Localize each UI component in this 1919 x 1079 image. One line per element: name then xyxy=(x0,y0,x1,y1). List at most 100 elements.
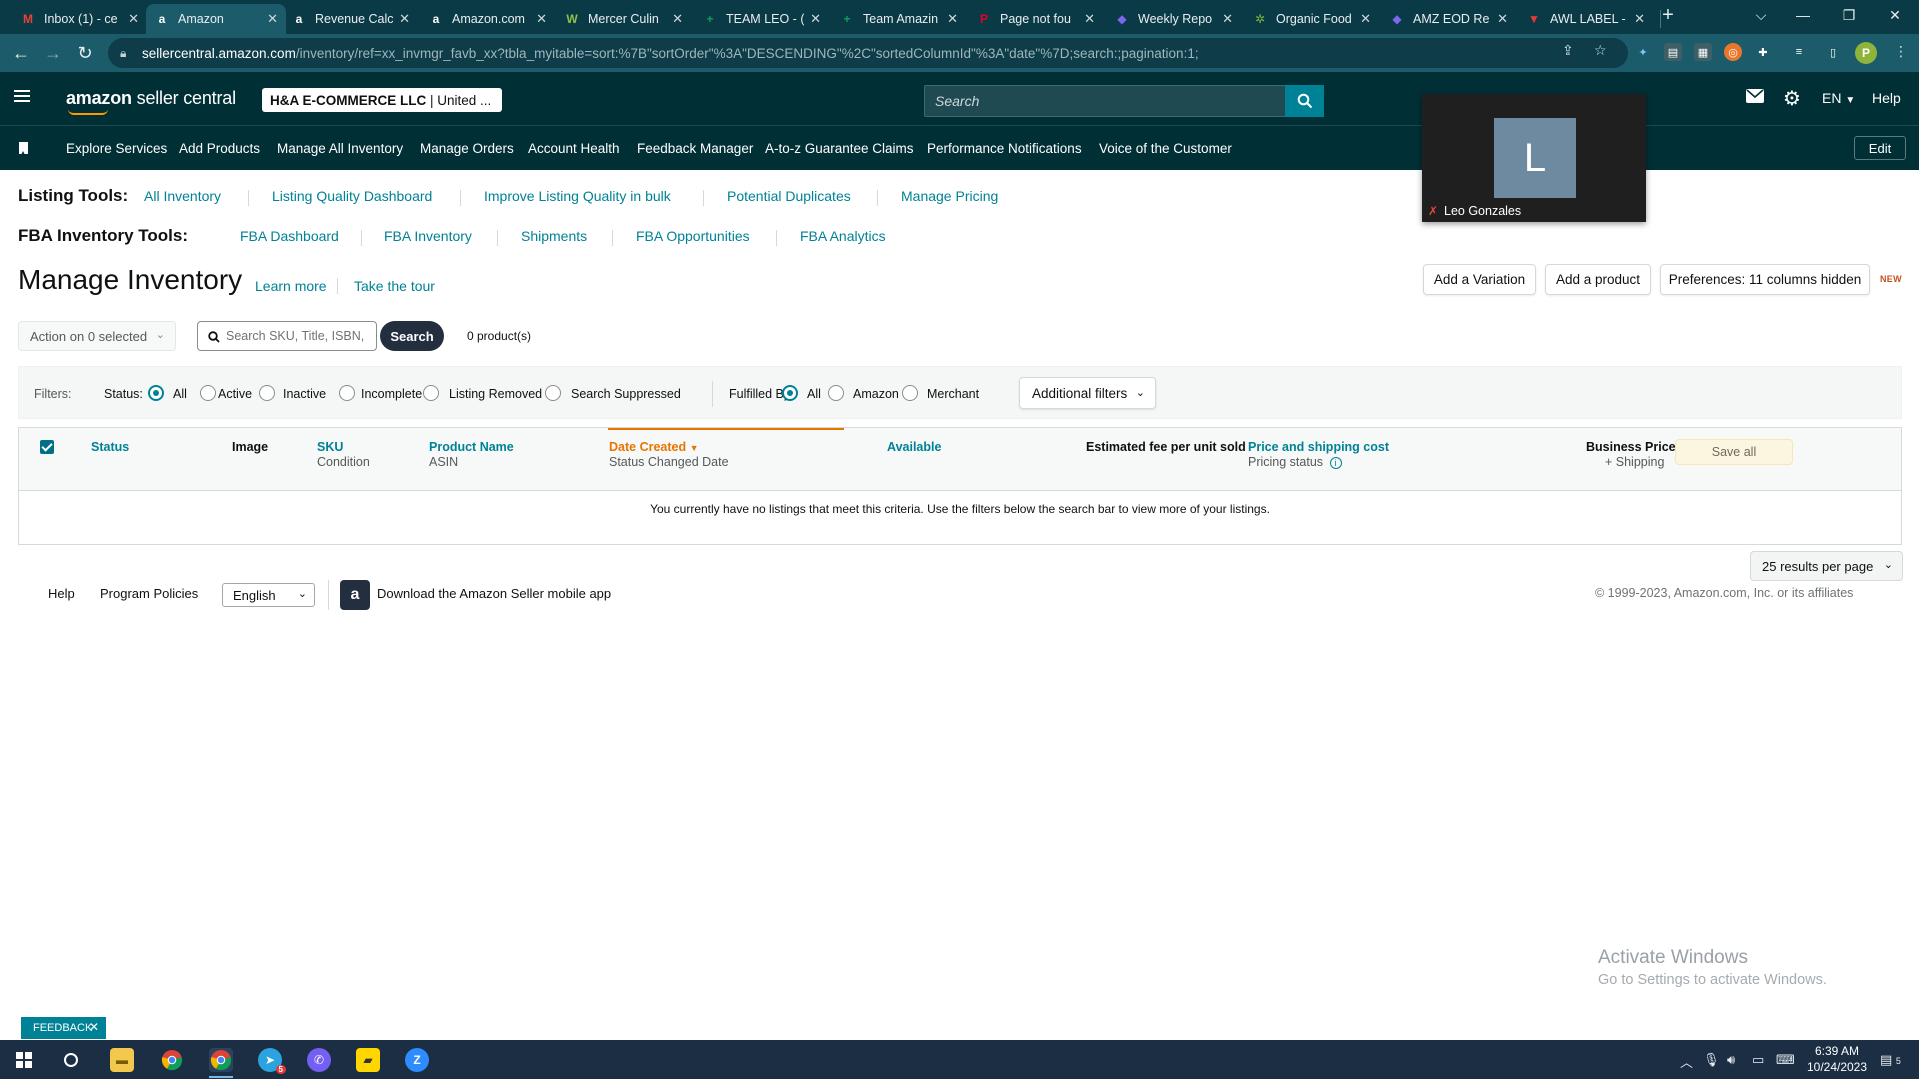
settings-gear-icon[interactable]: ⚙ xyxy=(1783,86,1801,111)
fulfilled-by-radio-merchant[interactable] xyxy=(902,385,918,401)
extension-off-icon[interactable]: ▤ xyxy=(1664,43,1682,61)
extension-image-icon[interactable]: ▦ xyxy=(1694,43,1712,61)
learn-more-link[interactable]: Learn more xyxy=(255,278,327,294)
nav-item-manage-all-inventory[interactable]: Manage All Inventory xyxy=(277,141,403,156)
browser-tab[interactable]: ◆ Weekly Repo ✕ xyxy=(1106,4,1241,34)
column-status[interactable]: Status xyxy=(91,440,129,454)
chrome-icon[interactable] xyxy=(160,1048,184,1072)
close-icon[interactable]: ✕ xyxy=(89,1020,99,1034)
add-product-button[interactable]: Add a product xyxy=(1545,264,1651,295)
fba-tools-link-fba-dashboard[interactable]: FBA Dashboard xyxy=(240,228,339,244)
fba-tools-link-shipments[interactable]: Shipments xyxy=(521,228,587,244)
listing-tools-link-potential-duplicates[interactable]: Potential Duplicates xyxy=(727,188,851,204)
nav-item-account-health[interactable]: Account Health xyxy=(528,141,620,156)
hamburger-menu-icon[interactable] xyxy=(14,90,30,102)
inventory-search-button[interactable]: Search xyxy=(380,321,444,351)
back-arrow-icon[interactable]: ← xyxy=(8,41,34,65)
profile-avatar[interactable]: P xyxy=(1855,42,1877,64)
taskbar-clock[interactable]: 6:39 AM 10/24/2023 xyxy=(1805,1043,1869,1075)
tab-close-icon[interactable]: ✕ xyxy=(672,11,683,27)
tab-close-icon[interactable]: ✕ xyxy=(1084,11,1095,27)
column-available[interactable]: Available xyxy=(887,440,941,454)
zoom-icon[interactable]: Z xyxy=(405,1048,429,1072)
network-icon[interactable]: ▭ xyxy=(1752,1052,1764,1068)
tab-close-icon[interactable]: ✕ xyxy=(1222,11,1233,27)
side-panel-icon[interactable]: ▯ xyxy=(1824,43,1842,61)
viber-icon[interactable]: ✆ xyxy=(307,1048,331,1072)
edit-nav-button[interactable]: Edit xyxy=(1854,136,1906,160)
browser-tab[interactable]: ◆ AMZ EOD Re ✕ xyxy=(1381,4,1516,34)
browser-tab[interactable]: ▼ AWL LABEL - ✕ xyxy=(1518,4,1653,34)
sticky-notes-icon[interactable]: ▰ xyxy=(356,1048,380,1072)
status-radio-all[interactable] xyxy=(148,385,164,401)
address-bar[interactable]: 🔒︎ sellercentral.amazon.com/inventory/re… xyxy=(108,38,1628,68)
browser-tab[interactable]: + TEAM LEO - (✕ xyxy=(694,4,829,34)
nav-item-a-to-z-guarantee-claims[interactable]: A-to-z Guarantee Claims xyxy=(765,141,914,156)
footer-language-select[interactable]: English ⌄ xyxy=(222,583,315,607)
footer-help-link[interactable]: Help xyxy=(48,586,75,601)
nav-item-voice-of-the-customer[interactable]: Voice of the Customer xyxy=(1099,141,1232,156)
feedback-button[interactable]: FEEDBACK ✕ xyxy=(21,1017,106,1039)
status-radio-search-suppressed[interactable] xyxy=(545,385,561,401)
nav-item-add-products[interactable]: Add Products xyxy=(179,141,260,156)
tab-close-icon[interactable]: ✕ xyxy=(1360,11,1371,27)
account-switcher[interactable]: H&A E-COMMERCE LLC | United ... xyxy=(262,88,502,112)
listing-tools-link-all-inventory[interactable]: All Inventory xyxy=(144,188,221,204)
file-explorer-icon[interactable]: ▬ xyxy=(110,1048,134,1072)
share-icon[interactable]: ⇪ xyxy=(1562,42,1574,59)
preferences-button[interactable]: Preferences: 11 columns hidden xyxy=(1660,264,1870,295)
tab-close-icon[interactable]: ✕ xyxy=(1634,11,1645,27)
tab-close-icon[interactable]: ✕ xyxy=(128,11,139,27)
column-sku[interactable]: SKU xyxy=(317,440,343,454)
status-radio-incomplete[interactable] xyxy=(339,385,355,401)
mail-icon[interactable] xyxy=(1746,89,1764,106)
reload-icon[interactable]: ↻ xyxy=(72,41,98,65)
tab-close-icon[interactable]: ✕ xyxy=(399,11,410,27)
results-per-page-dropdown[interactable]: 25 results per page ⌄ xyxy=(1750,551,1903,581)
windows-start-icon[interactable] xyxy=(12,1048,36,1072)
fulfilled-by-radio-amazon[interactable] xyxy=(828,385,844,401)
add-variation-button[interactable]: Add a Variation xyxy=(1423,264,1536,295)
status-radio-listing-removed[interactable] xyxy=(423,385,439,401)
tab-close-icon[interactable]: ✕ xyxy=(1497,11,1508,27)
fba-tools-link-fba-inventory[interactable]: FBA Inventory xyxy=(384,228,472,244)
fulfilled-by-radio-all[interactable] xyxy=(782,385,798,401)
browser-tab[interactable]: a Amazon.com ✕ xyxy=(420,4,555,34)
browser-menu-icon[interactable]: ⋮ xyxy=(1894,43,1908,60)
status-radio-inactive[interactable] xyxy=(259,385,275,401)
column-product-name[interactable]: Product Name xyxy=(429,440,514,454)
nav-item-feedback-manager[interactable]: Feedback Manager xyxy=(637,141,753,156)
tab-search-icon[interactable]: ⌵ xyxy=(1738,0,1784,30)
listing-tools-link-listing-quality-dashboard[interactable]: Listing Quality Dashboard xyxy=(272,188,432,204)
minimize-button[interactable]: — xyxy=(1780,0,1826,30)
extension-circle-icon[interactable]: ◎ xyxy=(1724,43,1742,61)
tab-close-icon[interactable]: ✕ xyxy=(947,11,958,27)
nav-item-manage-orders[interactable]: Manage Orders xyxy=(420,141,514,156)
keyboard-icon[interactable]: ⌨ xyxy=(1776,1052,1795,1068)
chrome-profile-icon[interactable] xyxy=(209,1048,233,1072)
extension-puzzle-blue-icon[interactable]: ✦ xyxy=(1634,43,1652,61)
column-date-created[interactable]: Date Created ▼ xyxy=(609,440,699,454)
browser-tab[interactable]: + Team Amazin ✕ xyxy=(831,4,966,34)
info-icon[interactable]: i xyxy=(1329,457,1342,469)
forward-arrow-icon[interactable]: → xyxy=(40,41,66,65)
download-app-link[interactable]: Download the Amazon Seller mobile app xyxy=(377,586,611,601)
nav-item-explore-services[interactable]: Explore Services xyxy=(66,141,167,156)
browser-tab[interactable]: P Page not fou ✕ xyxy=(968,4,1103,34)
tab-close-icon[interactable]: ✕ xyxy=(536,11,547,27)
extensions-puzzle-icon[interactable]: ✚ xyxy=(1754,43,1772,61)
seller-app-icon[interactable]: a xyxy=(340,580,370,610)
tab-close-icon[interactable]: ✕ xyxy=(810,11,821,27)
nav-item-performance-notifications[interactable]: Performance Notifications xyxy=(927,141,1082,156)
header-search-input[interactable]: Search xyxy=(924,85,1286,117)
take-tour-link[interactable]: Take the tour xyxy=(354,278,435,294)
tab-close-icon[interactable]: ✕ xyxy=(267,11,278,27)
additional-filters-button[interactable]: Additional filters ⌄ xyxy=(1019,377,1156,409)
browser-tab[interactable]: ✲ Organic Food ✕ xyxy=(1244,4,1379,34)
fba-tools-link-fba-analytics[interactable]: FBA Analytics xyxy=(800,228,886,244)
bulk-action-dropdown[interactable]: Action on 0 selected ⌄ xyxy=(18,321,176,351)
notifications-icon[interactable]: ▤ 5 xyxy=(1880,1052,1901,1068)
seller-central-logo[interactable]: amazon seller central xyxy=(66,88,236,115)
column-price-shipping[interactable]: Price and shipping cost xyxy=(1248,440,1389,454)
browser-tab[interactable]: M Inbox (1) - ce ✕ xyxy=(12,4,147,34)
